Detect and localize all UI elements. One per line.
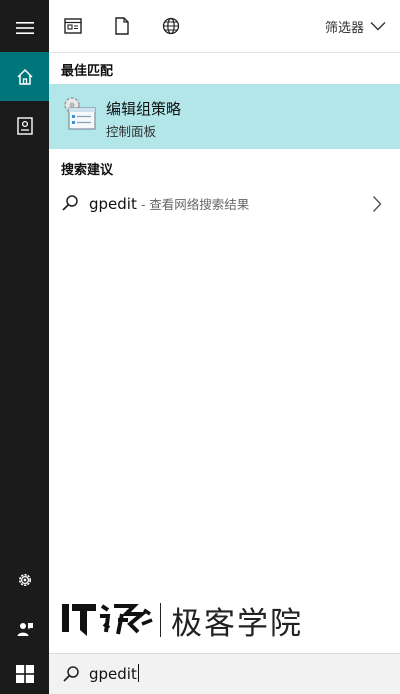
filter-label: 筛选器 — [324, 20, 364, 36]
left-rail — [0, 0, 49, 694]
web-filter-button[interactable] — [159, 14, 183, 38]
group-policy-editor-icon — [64, 97, 96, 130]
best-match-heading: 最佳匹配 — [61, 64, 114, 79]
notebook-button[interactable] — [0, 101, 49, 150]
it-home-logo — [62, 604, 153, 636]
hamburger-menu-button[interactable] — [0, 3, 49, 52]
hamburger-icon — [15, 21, 34, 34]
watermark-brand-text: 极客学院 — [171, 605, 303, 642]
filter-dropdown[interactable]: 筛选器 — [325, 14, 386, 38]
search-input[interactable]: gpedit — [89, 664, 139, 683]
home-button[interactable] — [0, 52, 49, 101]
document-icon — [115, 17, 129, 35]
suggestion-hint: - 查看网络搜索结果 — [136, 197, 250, 212]
search-box[interactable]: gpedit — [49, 653, 400, 694]
globe-icon — [162, 17, 180, 35]
watermark: 极客学院 — [62, 600, 303, 642]
documents-filter-button[interactable] — [110, 14, 134, 38]
chevron-down-icon — [370, 22, 386, 31]
gear-icon — [18, 573, 31, 586]
search-icon — [62, 195, 78, 211]
chevron-right-icon[interactable] — [372, 195, 382, 213]
home-icon — [16, 68, 33, 85]
settings-button[interactable] — [0, 555, 49, 604]
best-match-result[interactable]: 编辑组策略 控制面板 — [49, 84, 400, 149]
text-caret — [137, 664, 139, 682]
suggestion-item[interactable]: gpedit - 查看网络搜索结果 — [49, 185, 400, 223]
feedback-icon — [17, 622, 33, 636]
notebook-icon — [16, 116, 33, 135]
feedback-button[interactable] — [0, 604, 49, 653]
watermark-divider — [160, 603, 161, 637]
search-results-panel: 筛选器 最佳匹配 编辑组策略 控制面板 搜索建议 gpedit - 查看网络搜索… — [49, 0, 400, 653]
app-window-icon — [64, 18, 82, 34]
best-match-title: 编辑组策略 — [106, 100, 182, 118]
filter-toolbar: 筛选器 — [49, 0, 400, 53]
search-input-value: gpedit — [89, 665, 137, 683]
windows-logo-icon — [15, 664, 34, 683]
suggestion-text: gpedit - 查看网络搜索结果 — [89, 194, 249, 213]
search-suggestions-heading: 搜索建议 — [61, 163, 114, 178]
apps-filter-button[interactable] — [61, 14, 85, 38]
start-search-window: 筛选器 最佳匹配 编辑组策略 控制面板 搜索建议 gpedit - 查看网络搜索… — [0, 0, 400, 694]
search-icon — [63, 666, 79, 682]
suggestion-query: gpedit — [89, 195, 137, 213]
best-match-subtitle: 控制面板 — [106, 124, 157, 139]
start-button[interactable] — [0, 653, 49, 694]
